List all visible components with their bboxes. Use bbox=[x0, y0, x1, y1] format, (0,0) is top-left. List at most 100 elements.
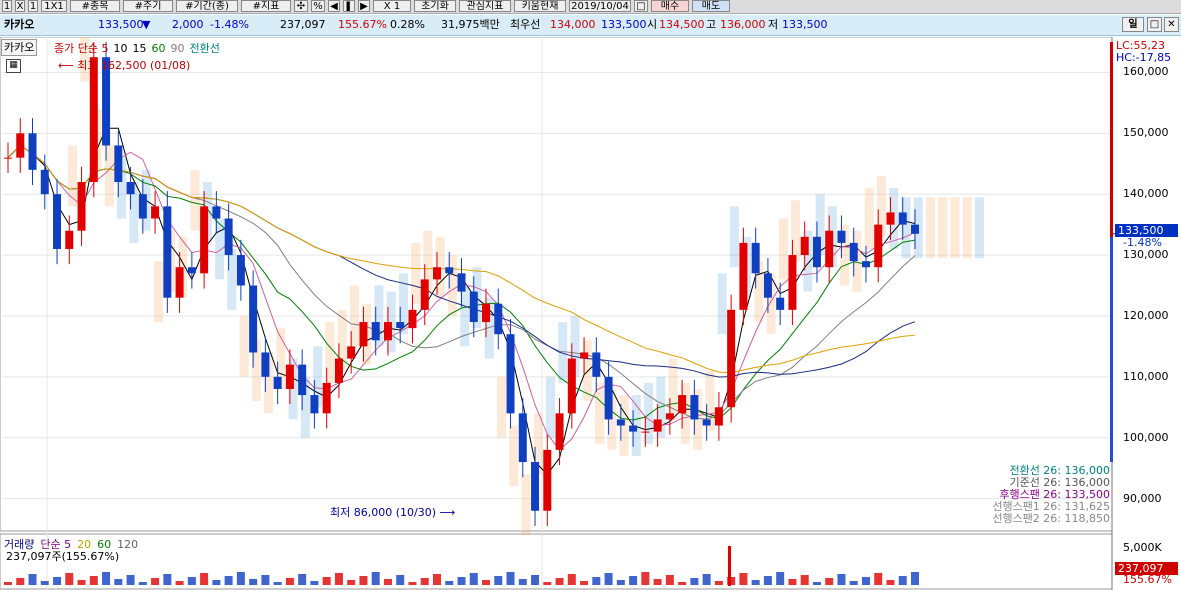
high-price: 136,000 bbox=[720, 18, 766, 31]
high-label: 고 bbox=[706, 18, 717, 31]
volume-bar-22 bbox=[273, 582, 282, 585]
candle-body-28 bbox=[347, 346, 356, 359]
candle-body-40 bbox=[494, 303, 503, 335]
maximize-icon[interactable]: □ bbox=[1147, 17, 1162, 32]
min-label: 최저 86,000 (10/30) ⟶ bbox=[330, 506, 456, 519]
ma-legend-item-3[interactable]: 60 bbox=[151, 42, 165, 55]
candle-body-59 bbox=[727, 309, 736, 408]
candle-body-54 bbox=[665, 413, 674, 420]
close-icon[interactable]: ✕ bbox=[1164, 17, 1179, 32]
max-label: ⟵ 최고 162,500 (01/08) bbox=[58, 59, 191, 72]
volume-bar-39 bbox=[482, 580, 491, 585]
volume-bar-46 bbox=[567, 574, 576, 585]
volume-bar-37 bbox=[457, 577, 466, 585]
volume-bar-19 bbox=[236, 572, 245, 585]
candle-body-49 bbox=[604, 376, 613, 420]
toolbar-button-11[interactable]: ❚❚ bbox=[343, 0, 355, 12]
toolbar-button-14[interactable]: 초기화 bbox=[414, 0, 456, 12]
cloud-band-70 bbox=[925, 197, 935, 259]
ma-legend-item-2[interactable]: 15 bbox=[132, 42, 146, 55]
candle-body-52 bbox=[641, 431, 650, 433]
toolbar-button-8[interactable]: ✣ bbox=[294, 0, 308, 12]
volume-bar-62 bbox=[763, 576, 772, 585]
ichimoku-note-4: 선행스팬2 26: 118,850 bbox=[992, 512, 1110, 525]
volume-spike-bar bbox=[728, 546, 731, 586]
toolbar-button-3[interactable]: 1X1 bbox=[41, 0, 67, 12]
cloud-band-35 bbox=[496, 376, 506, 438]
candle-body-50 bbox=[616, 419, 625, 426]
volume-bar-63 bbox=[776, 572, 785, 585]
toolbar-button-2[interactable]: 1 bbox=[28, 0, 38, 12]
candle-body-39 bbox=[482, 303, 491, 323]
candle-body-46 bbox=[567, 358, 576, 414]
grid-icon[interactable]: ▦ bbox=[6, 59, 21, 73]
candle-body-7 bbox=[89, 57, 98, 183]
candle-body-1 bbox=[16, 133, 25, 158]
toolbar-button-16[interactable]: 키움현재 bbox=[514, 0, 566, 12]
ma-legend-item-1[interactable]: 10 bbox=[113, 42, 127, 55]
toolbar-button-4[interactable]: #종목 bbox=[70, 0, 120, 12]
cloud-band-74 bbox=[975, 197, 984, 259]
candle-body-5 bbox=[65, 230, 74, 249]
toolbar-button-9[interactable]: % bbox=[311, 0, 325, 12]
toolbar-button-18[interactable]: □ bbox=[634, 0, 648, 12]
candle-body-51 bbox=[629, 425, 638, 432]
open-price: 134,500 bbox=[659, 18, 705, 31]
toolbar-button-12[interactable]: ▶ bbox=[358, 0, 370, 12]
cloud-band-36 bbox=[509, 425, 519, 487]
volume-legend-item-4[interactable]: 120 bbox=[117, 538, 138, 551]
cloud-band-65 bbox=[864, 188, 874, 249]
period-day-button[interactable]: 일 bbox=[1122, 17, 1144, 32]
cloud-band-37 bbox=[521, 474, 531, 536]
candle-body-67 bbox=[825, 230, 834, 268]
turnover: 0.28% bbox=[390, 18, 425, 31]
toolbar-button-10[interactable]: ◀ bbox=[328, 0, 340, 12]
volume-bar-48 bbox=[592, 577, 601, 585]
candle-body-72 bbox=[886, 212, 895, 225]
volume-bar-1 bbox=[16, 578, 25, 585]
candle-body-62 bbox=[763, 273, 772, 298]
candle-body-6 bbox=[77, 182, 86, 231]
volume-bar-53 bbox=[653, 579, 662, 585]
toolbar-button-19[interactable]: 매수 bbox=[651, 0, 689, 12]
candle-body-56 bbox=[690, 395, 699, 420]
volume-bar-55 bbox=[678, 582, 687, 585]
toolbar-button-13[interactable]: X 1 bbox=[373, 0, 411, 12]
ma-legend-item-5[interactable]: 전환선 bbox=[189, 42, 219, 55]
ma-legend-item-4[interactable]: 90 bbox=[170, 42, 184, 55]
toolbar-button-6[interactable]: #기간(종) bbox=[176, 0, 238, 12]
volume-bar-36 bbox=[445, 581, 454, 585]
candle-body-71 bbox=[874, 224, 883, 268]
toolbar-button-5[interactable]: #주기 bbox=[123, 0, 173, 12]
toolbar-button-20[interactable]: 매도 bbox=[692, 0, 730, 12]
y-tick-label-7: 90,000 bbox=[1123, 491, 1162, 505]
stock-name[interactable]: 카카오 bbox=[4, 15, 34, 35]
candle-body-37 bbox=[457, 273, 466, 292]
volume-bar-52 bbox=[641, 572, 650, 585]
candle-body-34 bbox=[420, 279, 429, 310]
volume-bar-18 bbox=[224, 576, 233, 585]
chart-tab-kakao[interactable]: 카카오 bbox=[1, 39, 38, 56]
candle-body-64 bbox=[788, 255, 797, 310]
toolbar-button-0[interactable]: 1 bbox=[2, 0, 12, 12]
toolbar-button-1[interactable]: X bbox=[15, 0, 25, 12]
volume-bar-12 bbox=[151, 578, 160, 585]
volume-bar-38 bbox=[469, 573, 478, 585]
candle-body-20 bbox=[249, 285, 258, 353]
y-tick-label-4: 120,000 bbox=[1123, 308, 1169, 322]
candle-body-45 bbox=[555, 413, 564, 450]
volume-bar-66 bbox=[812, 582, 821, 585]
volume-bar-32 bbox=[396, 575, 405, 585]
toolbar-button-17[interactable]: 2019/10/04 bbox=[569, 0, 631, 12]
volume-bar-11 bbox=[138, 582, 147, 585]
candle-body-9 bbox=[114, 145, 123, 183]
toolbar-button-7[interactable]: #지표 bbox=[241, 0, 291, 12]
candle-body-63 bbox=[776, 297, 785, 310]
cloud-band-73 bbox=[962, 197, 972, 259]
candle-body-15 bbox=[187, 267, 196, 274]
volume-bar-74 bbox=[911, 572, 919, 585]
ma-legend-item-0[interactable]: 종가 단순 5 bbox=[54, 42, 108, 55]
volume-bar-65 bbox=[800, 575, 809, 585]
toolbar-button-15[interactable]: 관심지표 bbox=[459, 0, 511, 12]
axis-down-bar bbox=[1110, 237, 1113, 462]
